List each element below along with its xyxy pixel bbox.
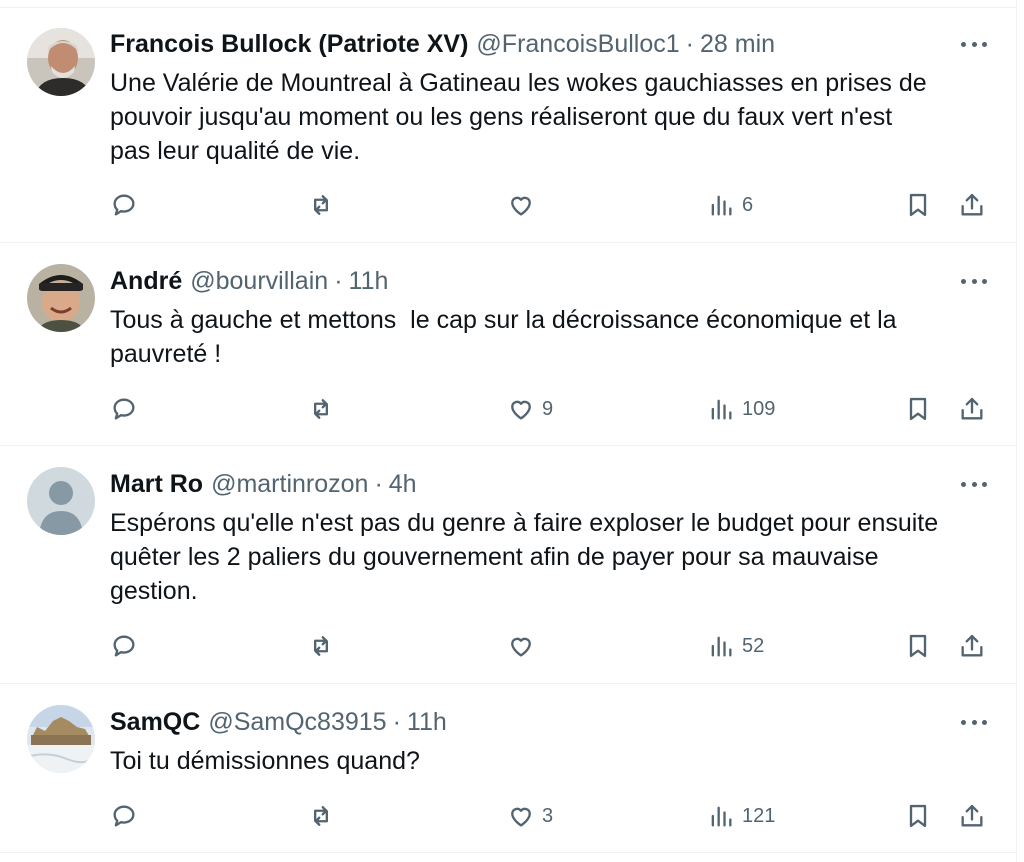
bookmark-icon: [909, 397, 927, 421]
user-handle[interactable]: @SamQc83915: [208, 705, 386, 739]
bookmark-button[interactable]: [904, 188, 932, 222]
like-button[interactable]: 3: [507, 799, 553, 833]
bookmark-icon: [909, 193, 927, 217]
share-button[interactable]: [958, 629, 986, 663]
reply-feed: Francois Bullock (Patriote XV) @Francois…: [0, 0, 1017, 862]
like-button[interactable]: [507, 629, 542, 663]
share-button[interactable]: [958, 392, 986, 426]
retweet-icon: [314, 636, 328, 656]
default-avatar-icon: [27, 467, 95, 535]
retweet-button[interactable]: [307, 188, 335, 222]
timestamp[interactable]: 4h: [389, 467, 417, 501]
retweet-button[interactable]: [307, 799, 335, 833]
views-icon: [711, 195, 732, 216]
bookmark-icon: [909, 634, 927, 658]
more-icon[interactable]: [958, 271, 990, 291]
like-icon: [511, 807, 531, 827]
views-icon: [711, 636, 732, 657]
reply-button[interactable]: [110, 392, 138, 426]
retweet-icon: [314, 195, 328, 215]
tweet-2[interactable]: André @bourvillain · 11h Tous à gauche e…: [0, 244, 1017, 446]
share-icon: [961, 634, 983, 657]
retweet-button[interactable]: [307, 629, 335, 663]
view-count: 121: [742, 804, 776, 827]
views-button[interactable]: 121: [707, 799, 775, 833]
display-name[interactable]: André: [110, 264, 182, 298]
more-icon[interactable]: [958, 474, 990, 494]
avatar-image-icon: [27, 705, 95, 773]
like-icon: [511, 400, 531, 420]
tweet-4[interactable]: SamQC @SamQc83915 · 11h Toi tu démission…: [0, 685, 1017, 853]
display-name[interactable]: Francois Bullock (Patriote XV): [110, 27, 468, 61]
avatar[interactable]: [27, 28, 95, 96]
separator-dot: ·: [334, 267, 343, 295]
share-icon: [961, 397, 983, 420]
share-icon: [961, 804, 983, 827]
separator-dot: ·: [374, 470, 383, 498]
bookmark-button[interactable]: [904, 629, 932, 663]
views-icon: [711, 399, 732, 420]
like-count: 3: [542, 804, 554, 827]
timestamp[interactable]: 28 min: [700, 27, 775, 61]
views-button[interactable]: 109: [707, 392, 775, 426]
retweet-icon: [314, 399, 328, 419]
avatar[interactable]: [27, 705, 95, 773]
tweet-text: Toi tu démissionnes quand?: [110, 747, 420, 775]
like-icon: [511, 637, 531, 657]
bookmark-button[interactable]: [904, 799, 932, 833]
bookmark-button[interactable]: [904, 392, 932, 426]
tweet-text: Une Valérie de Mountreal à Gatineau les …: [110, 69, 927, 165]
like-button[interactable]: 9: [507, 392, 553, 426]
tweet-3[interactable]: Mart Ro @martinrozon · 4h Espérons qu'el…: [0, 447, 1017, 684]
reply-icon: [113, 398, 135, 420]
retweet-icon: [314, 806, 328, 826]
share-icon: [961, 193, 983, 216]
views-button[interactable]: 6: [707, 188, 753, 222]
like-icon: [511, 196, 531, 216]
retweet-button[interactable]: [307, 392, 335, 426]
reply-button[interactable]: [110, 629, 138, 663]
views-button[interactable]: 52: [707, 629, 764, 663]
reply-button[interactable]: [110, 188, 138, 222]
like-button[interactable]: [507, 188, 542, 222]
separator-dot: ·: [392, 708, 401, 736]
user-handle[interactable]: @martinrozon: [211, 467, 368, 501]
reply-icon: [113, 194, 135, 216]
more-icon[interactable]: [958, 34, 990, 54]
reply-icon: [113, 635, 135, 657]
bookmark-icon: [909, 804, 927, 828]
display-name[interactable]: SamQC: [110, 705, 200, 739]
avatar[interactable]: [27, 264, 95, 332]
tweet-text: Tous à gauche et mettons le cap sur la d…: [110, 306, 897, 368]
timestamp[interactable]: 11h: [349, 264, 389, 298]
tweet-1[interactable]: Francois Bullock (Patriote XV) @Francois…: [0, 9, 1017, 243]
display-name[interactable]: Mart Ro: [110, 467, 203, 501]
views-icon: [711, 806, 732, 827]
timestamp[interactable]: 11h: [407, 705, 447, 739]
user-handle[interactable]: @bourvillain: [190, 264, 328, 298]
top-divider: [0, 0, 1017, 8]
avatar-image-icon: [27, 264, 95, 332]
more-icon[interactable]: [958, 712, 990, 732]
avatar-image-icon: [27, 28, 95, 96]
tweet-text: Espérons qu'elle n'est pas du genre à fa…: [110, 509, 939, 605]
reply-icon: [113, 805, 135, 827]
avatar[interactable]: [27, 467, 95, 535]
reply-button[interactable]: [110, 799, 138, 833]
view-count: 52: [742, 634, 765, 657]
share-button[interactable]: [958, 799, 986, 833]
view-count: 6: [742, 193, 754, 216]
separator-dot: ·: [685, 30, 694, 58]
share-button[interactable]: [958, 188, 986, 222]
view-count: 109: [742, 397, 776, 420]
user-handle[interactable]: @FrancoisBulloc1: [476, 27, 679, 61]
like-count: 9: [542, 397, 554, 420]
